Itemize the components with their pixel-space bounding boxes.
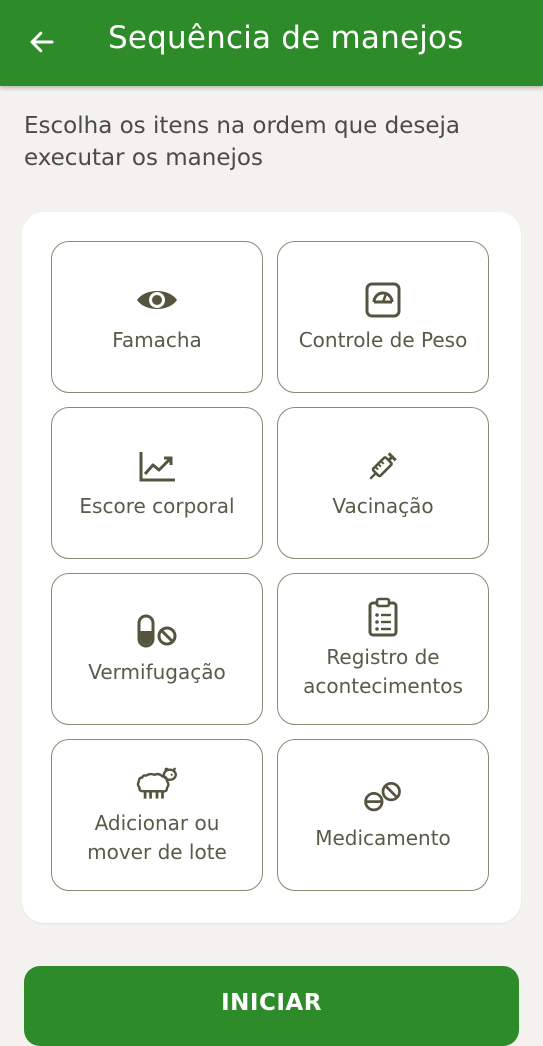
tile-famacha[interactable]: Famacha [51, 241, 263, 393]
tile-label: Escore corporal [79, 493, 235, 518]
tile-label: Registro de acontecimentos [303, 645, 463, 698]
page-title: Sequência de manejos [108, 20, 464, 56]
app-bar: Sequência de manejos [0, 0, 543, 86]
instructions-text: Escolha os itens na ordem que deseja exe… [24, 113, 460, 171]
tile-label: Vermifugação [88, 659, 226, 684]
tile-vacinacao[interactable]: Vacinação [277, 407, 489, 559]
tile-controle-de-peso[interactable]: Controle de Peso [277, 241, 489, 393]
tablets-icon [364, 781, 401, 811]
scale-icon [365, 282, 401, 317]
trending-up-chart-icon [139, 451, 175, 481]
syringe-icon [369, 451, 397, 480]
back-button[interactable] [22, 22, 62, 62]
tile-label: Famacha [112, 327, 202, 352]
tile-adicionar-ou-mover-de-lote[interactable]: Adicionar ou mover de lote [51, 739, 263, 891]
tile-label: Adicionar ou mover de lote [87, 811, 227, 864]
tile-vermifugacao[interactable]: Vermifugação [51, 573, 263, 725]
pill-capsule-icon [137, 614, 177, 647]
procedures-card: Famacha Controle de Peso Escore corporal [22, 212, 521, 923]
tile-medicamento[interactable]: Medicamento [277, 739, 489, 891]
clipboard-list-icon [368, 597, 398, 637]
tile-label: Controle de Peso [298, 327, 468, 352]
start-button[interactable]: INICIAR [24, 966, 519, 1046]
tile-escore-corporal[interactable]: Escore corporal [51, 407, 263, 559]
tile-label: Vacinação [332, 493, 434, 518]
tile-label: Medicamento [315, 825, 451, 850]
arrow-left-icon [30, 31, 54, 53]
sheep-icon [136, 767, 177, 799]
eye-icon [137, 290, 177, 309]
tile-registro-de-acontecimentos[interactable]: Registro de acontecimentos [277, 573, 489, 725]
